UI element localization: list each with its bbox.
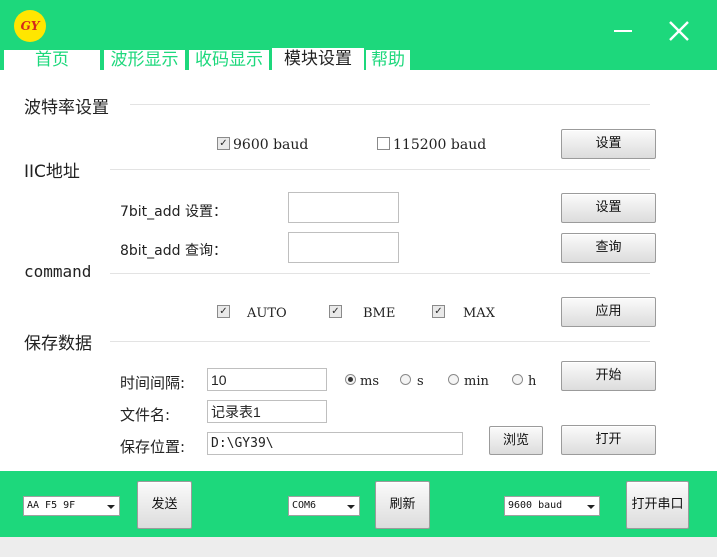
command-bme-label: BME xyxy=(363,306,396,321)
save-start-button[interactable]: 开始 xyxy=(561,361,656,391)
status-bar xyxy=(0,537,717,557)
interval-label: 时间间隔: xyxy=(120,374,186,392)
iic-8bit-label: 8bit_add 查询： xyxy=(120,243,227,259)
filename-label: 文件名: xyxy=(120,406,171,424)
refresh-button[interactable]: 刷新 xyxy=(375,481,430,529)
save-section-title: 保存数据 xyxy=(24,334,92,354)
unit-min-radio[interactable] xyxy=(448,374,459,385)
tab-module-settings[interactable]: 模块设置 xyxy=(272,48,364,70)
send-data-value: AA F5 9F xyxy=(27,500,76,511)
baud-section-title: 波特率设置 xyxy=(24,98,109,118)
divider xyxy=(130,104,650,105)
divider xyxy=(110,169,650,170)
chevron-down-icon xyxy=(347,505,355,509)
open-port-button[interactable]: 打开串口 xyxy=(626,481,689,529)
send-button[interactable]: 发送 xyxy=(137,481,192,529)
open-folder-button[interactable]: 打开 xyxy=(561,425,656,455)
chevron-down-icon xyxy=(107,505,115,509)
close-icon[interactable] xyxy=(664,16,694,46)
baud-combo-value: 9600 baud xyxy=(508,500,563,511)
baud-combo[interactable]: 9600 baud xyxy=(504,496,600,516)
baud-9600-checkbox[interactable]: ✓ xyxy=(217,137,230,150)
filename-input[interactable] xyxy=(207,400,327,423)
iic-set-button[interactable]: 设置 xyxy=(561,193,656,223)
location-label: 保存位置: xyxy=(120,438,186,456)
baud-115200-label: 115200 baud xyxy=(393,137,487,153)
command-apply-button[interactable]: 应用 xyxy=(561,297,656,327)
unit-h-label: h xyxy=(528,374,537,389)
iic-7bit-label: 7bit_add 设置： xyxy=(120,204,227,220)
baud-9600-label: 9600 baud xyxy=(233,137,309,153)
command-bme-checkbox[interactable]: ✓ xyxy=(329,305,342,318)
command-max-label: MAX xyxy=(463,306,495,321)
command-auto-checkbox[interactable]: ✓ xyxy=(217,305,230,318)
title-bar xyxy=(0,0,717,50)
interval-input[interactable] xyxy=(207,368,327,391)
tab-home[interactable]: 首页 xyxy=(4,50,100,70)
send-data-combo[interactable]: AA F5 9F xyxy=(23,496,120,516)
command-auto-label: AUTO xyxy=(247,306,287,321)
unit-ms-label: ms xyxy=(360,374,379,389)
chevron-down-icon xyxy=(587,505,595,509)
unit-ms-radio[interactable] xyxy=(345,374,356,385)
tab-received[interactable]: 收码显示 xyxy=(189,50,269,70)
unit-s-radio[interactable] xyxy=(400,374,411,385)
tab-help[interactable]: 帮助 xyxy=(366,50,410,70)
iic-8bit-input[interactable] xyxy=(288,232,399,263)
baud-set-button[interactable]: 设置 xyxy=(561,129,656,159)
location-input[interactable] xyxy=(207,432,463,455)
divider xyxy=(110,341,650,342)
iic-7bit-input[interactable] xyxy=(288,192,399,223)
command-section-title: command xyxy=(24,262,92,281)
browse-button[interactable]: 浏览 xyxy=(489,426,543,455)
command-max-checkbox[interactable]: ✓ xyxy=(432,305,445,318)
iic-query-button[interactable]: 查询 xyxy=(561,233,656,263)
unit-s-label: s xyxy=(417,374,424,389)
port-combo[interactable]: COM6 xyxy=(288,496,360,516)
divider xyxy=(110,273,650,274)
port-value: COM6 xyxy=(292,500,317,511)
baud-115200-checkbox[interactable] xyxy=(377,137,390,150)
unit-h-radio[interactable] xyxy=(512,374,523,385)
unit-min-label: min xyxy=(464,374,489,389)
iic-section-title: IIC地址 xyxy=(24,162,80,182)
tab-waveform[interactable]: 波形显示 xyxy=(104,50,185,70)
app-logo: GY xyxy=(14,10,46,42)
minimize-button[interactable] xyxy=(614,30,632,32)
